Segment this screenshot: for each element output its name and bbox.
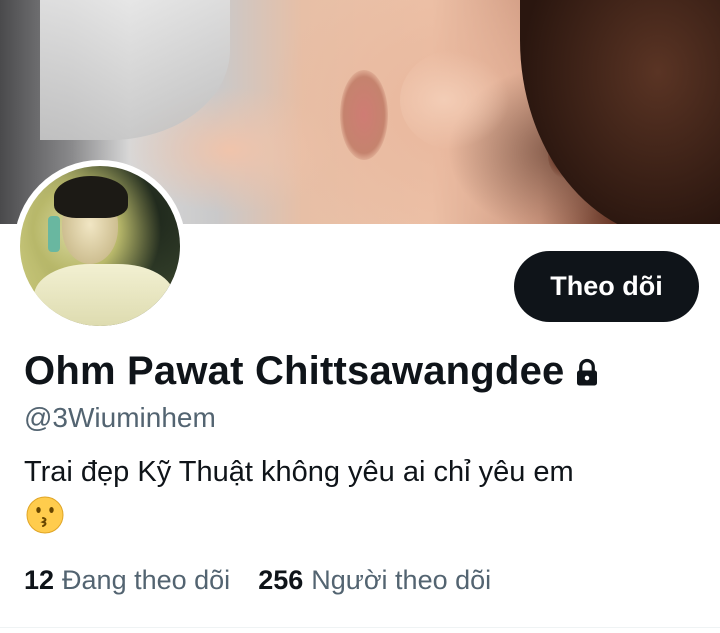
lock-icon	[577, 358, 598, 386]
avatar-image	[20, 166, 180, 326]
followers-count: 256	[258, 565, 304, 595]
banner-face-highlight	[400, 50, 510, 150]
banner-shirt-shape	[40, 0, 230, 140]
avatar-body-shape	[34, 264, 174, 326]
user-handle: @3Wiuminhem	[24, 402, 216, 433]
profile-bio: Trai đẹp Kỹ Thuật không yêu ai chỉ yêu e…	[24, 456, 574, 488]
banner-hair-shape	[520, 0, 720, 224]
followers-label: Người theo dõi	[311, 565, 492, 595]
display-name: Ohm Pawat Chittsawangdee	[24, 348, 565, 393]
section-divider	[0, 627, 720, 628]
profile-stats: 12 Đang theo dõi 256 Người theo dõi	[24, 565, 491, 596]
kissing-face-emoji-icon	[26, 496, 64, 534]
banner-lips-shape	[340, 70, 388, 160]
avatar-phone-shape	[48, 216, 60, 252]
profile-page: Theo dõi Ohm Pawat Chittsawangdee @3Wium…	[0, 0, 720, 633]
avatar-hair-shape	[54, 176, 128, 218]
follow-button[interactable]: Theo dõi	[514, 251, 699, 322]
profile-avatar[interactable]	[14, 160, 186, 332]
followers-stat[interactable]: 256 Người theo dõi	[258, 565, 491, 596]
following-count: 12	[24, 565, 55, 595]
following-stat[interactable]: 12 Đang theo dõi	[24, 565, 230, 596]
name-row: Ohm Pawat Chittsawangdee	[24, 345, 602, 397]
following-label: Đang theo dõi	[62, 565, 231, 595]
